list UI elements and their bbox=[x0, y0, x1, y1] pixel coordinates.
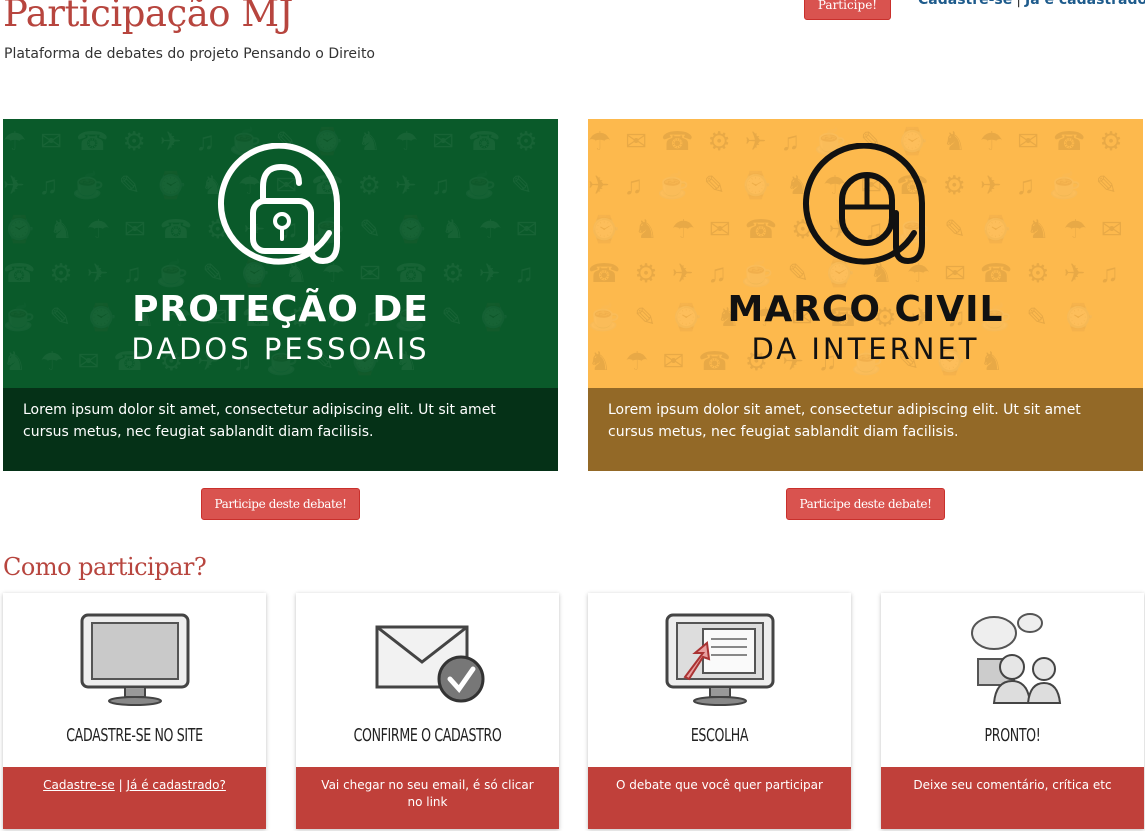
step-footer: Vai chegar no seu email, é só clicar no … bbox=[296, 767, 559, 829]
step-footer: O debate que você quer participar bbox=[588, 767, 851, 829]
register-link[interactable]: Cadastre-se bbox=[918, 0, 1012, 8]
people-chat-icon bbox=[970, 613, 1061, 704]
step-card-confirme: Confirme o cadastro Vai chegar no seu em… bbox=[296, 593, 559, 829]
register-link[interactable]: Cadastre-se bbox=[43, 778, 115, 792]
step-title: Escolha bbox=[690, 725, 749, 746]
separator: | bbox=[118, 778, 123, 792]
lock-at-icon bbox=[217, 143, 340, 265]
site-title[interactable]: Participação MJ bbox=[3, 0, 294, 35]
step-footer: Cadastre-se | Já é cadastrado? bbox=[3, 767, 266, 829]
debate-banner-dados-pessoais[interactable]: ☂✉☎⚙✈♫☕✎⌚♞☂✉☎⚙✈♫☕✎⌚♞☂✉☎⚙✈♫☕✎⌚♞☂✉☎⚙✈♫☕✎⌚♞… bbox=[3, 119, 558, 471]
step-card-cadastre: Cadastre-se no site Cadastre-se | Já é c… bbox=[3, 593, 266, 829]
step-title: Pronto! bbox=[984, 725, 1041, 746]
participate-button[interactable]: Participe! bbox=[804, 0, 891, 20]
banner-title-bold: MARCO CIVIL bbox=[727, 289, 1004, 330]
participate-debate-button-marco-civil[interactable]: Participe deste debate! bbox=[786, 488, 945, 520]
step-footer: Deixe seu comentário, crítica etc bbox=[881, 767, 1144, 829]
step-title: Confirme o cadastro bbox=[353, 725, 502, 746]
auth-links: Cadastre-se | Já é cadastrado? bbox=[918, 0, 1145, 8]
step-title: Cadastre-se no site bbox=[66, 725, 203, 746]
monitor-pointer-icon bbox=[665, 613, 774, 706]
site-subtitle: Plataforma de debates do projeto Pensand… bbox=[4, 46, 375, 62]
envelope-check-icon bbox=[375, 625, 484, 703]
login-link[interactable]: Já é cadastrado? bbox=[1025, 0, 1145, 8]
banner-title-light: DA INTERNET bbox=[751, 332, 980, 366]
monitor-icon bbox=[80, 613, 189, 706]
section-title-como-participar: Como participar? bbox=[3, 553, 207, 581]
step-card-escolha: Escolha O debate que você quer participa… bbox=[588, 593, 851, 829]
debate-banner-marco-civil[interactable]: ☂✉☎⚙✈♫☕✎⌚♞☂✉☎⚙✈♫☕✎⌚♞☂✉☎⚙✈♫☕✎⌚♞☂✉☎⚙✈♫☕✎⌚♞… bbox=[588, 119, 1143, 471]
separator: | bbox=[1016, 0, 1021, 8]
banner-title-bold: PROTEÇÃO DE bbox=[132, 289, 429, 330]
step-card-pronto: Pronto! Deixe seu comentário, crítica et… bbox=[881, 593, 1144, 829]
participate-debate-button-dados-pessoais[interactable]: Participe deste debate! bbox=[201, 488, 360, 520]
mouse-at-icon bbox=[802, 143, 925, 265]
banner-title-light: DADOS PESSOAIS bbox=[131, 332, 430, 366]
banner-caption: Lorem ipsum dolor sit amet, consectetur … bbox=[3, 388, 558, 471]
login-link[interactable]: Já é cadastrado? bbox=[126, 778, 225, 792]
banner-caption: Lorem ipsum dolor sit amet, consectetur … bbox=[588, 388, 1143, 471]
